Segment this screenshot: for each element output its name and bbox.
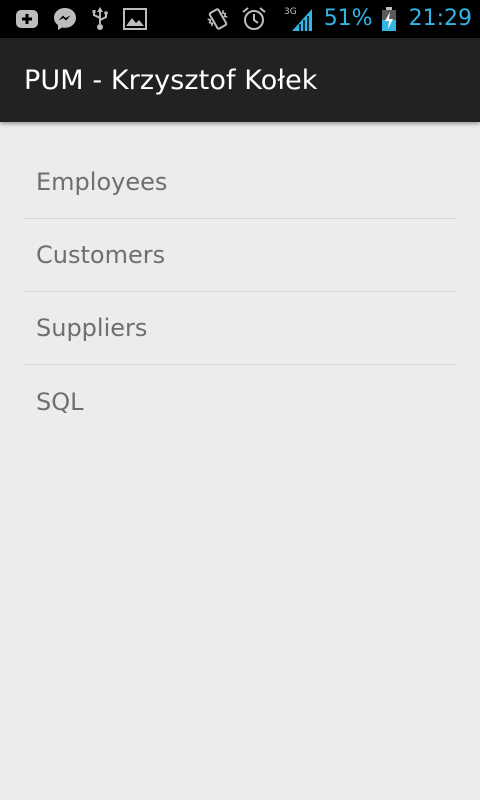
usb-icon (90, 6, 110, 32)
notification-icons (14, 6, 148, 32)
list-item-suppliers[interactable]: Suppliers (24, 292, 456, 365)
battery-charging-icon (381, 6, 397, 32)
clock: 21:29 (408, 6, 472, 31)
menu-list: Employees Customers Suppliers SQL (24, 146, 456, 438)
app-title: PUM - Krzysztof Kołek (24, 64, 318, 96)
action-bar: PUM - Krzysztof Kołek (0, 38, 480, 122)
vibrate-icon (204, 5, 232, 33)
add-notification-icon (14, 7, 40, 31)
battery-percent: 51% (323, 6, 373, 31)
list-item-employees[interactable]: Employees (24, 146, 456, 219)
signal-3g-icon: 3G (284, 5, 314, 33)
list-item-sql[interactable]: SQL (24, 365, 456, 438)
messenger-icon (52, 6, 78, 32)
system-status: 3G 51% 21:29 (204, 0, 472, 38)
network-type-label: 3G (284, 7, 297, 17)
status-bar: 3G 51% 21:29 (0, 0, 480, 38)
image-icon (122, 7, 148, 31)
list-item-customers[interactable]: Customers (24, 219, 456, 292)
alarm-icon (240, 5, 268, 33)
